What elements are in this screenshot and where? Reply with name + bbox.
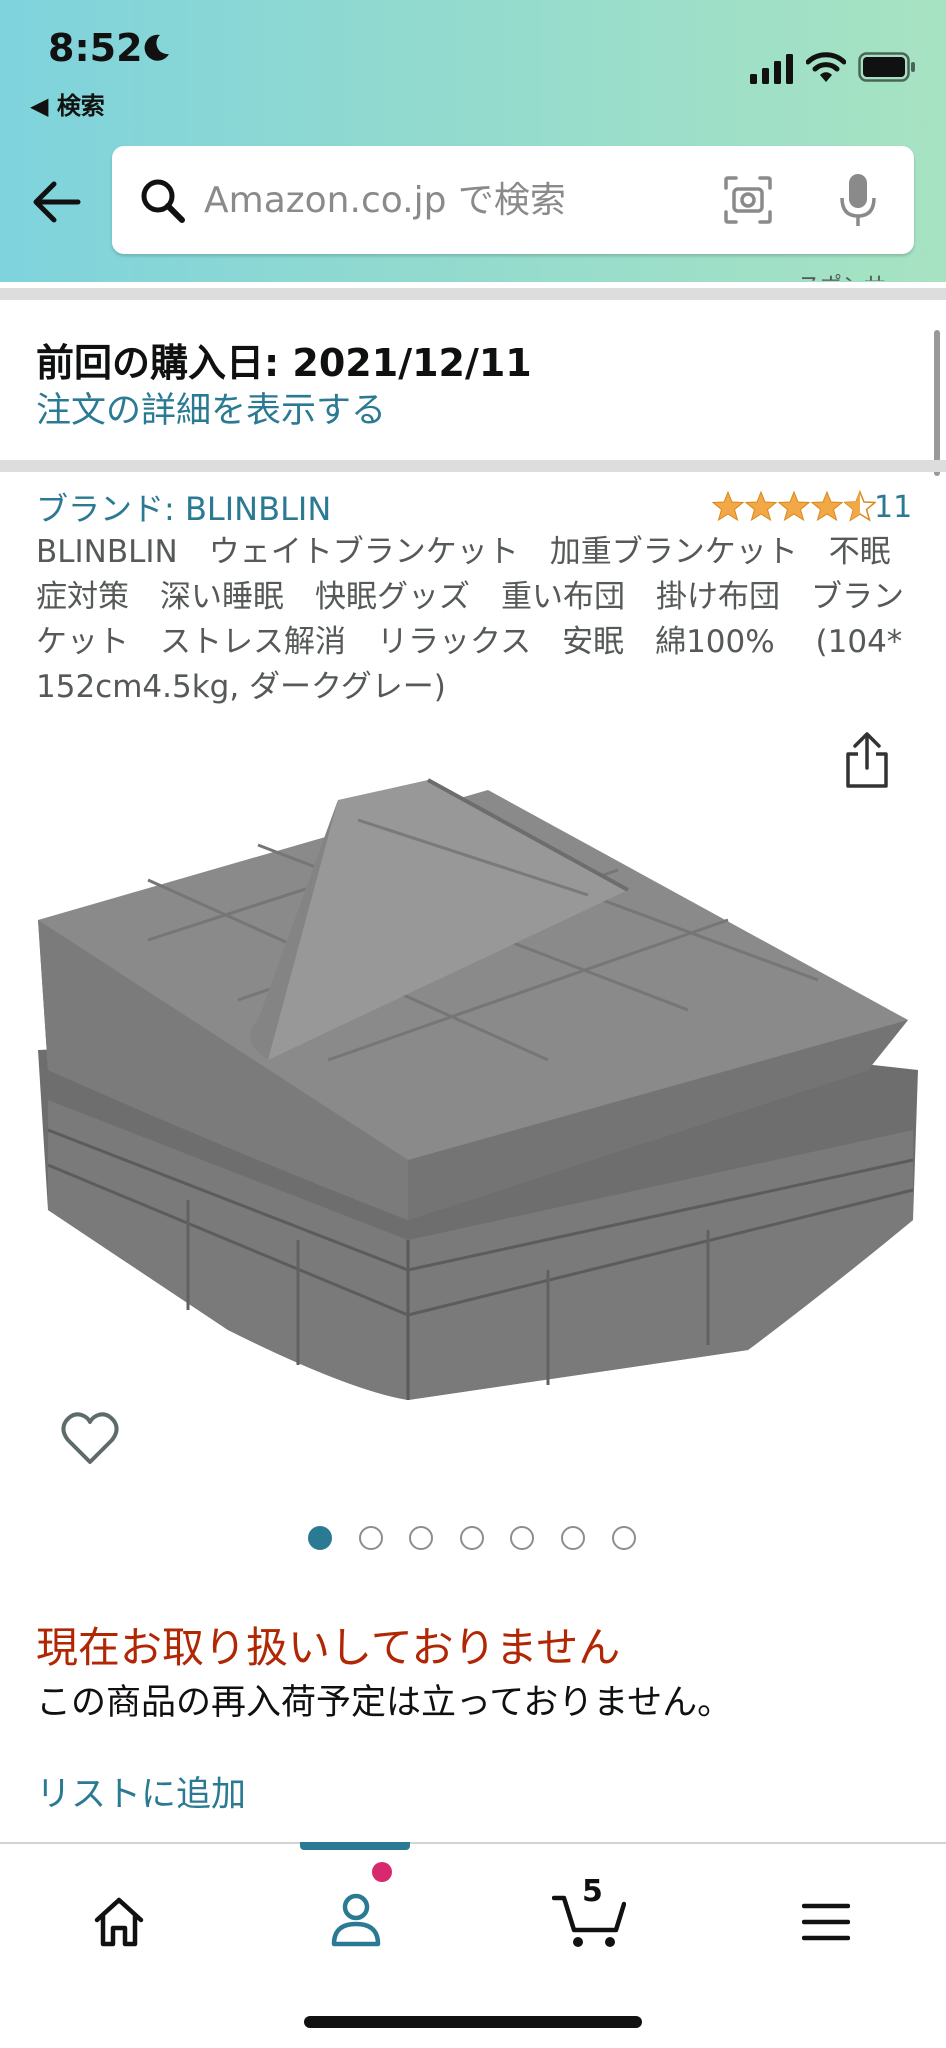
carousel-dot[interactable] [409,1526,434,1550]
carousel-dot[interactable] [459,1526,484,1550]
star-rating[interactable] [712,490,877,524]
image-carousel-dots[interactable] [308,1526,662,1550]
wishlist-heart-icon[interactable] [60,1410,120,1466]
product-title: BLINBLIN ウェイトブランケット 加重ブランケット 不眠症対策 深い睡眠 … [36,534,904,705]
bottom-navigation: 5 [0,1842,946,2048]
home-icon[interactable] [92,1896,146,1948]
carousel-dot[interactable] [611,1526,636,1550]
home-indicator [304,2016,642,2028]
back-arrow-icon[interactable] [30,176,82,228]
scroll-indicator [934,330,940,476]
star-full-icon [778,490,810,522]
star-full-icon [712,490,744,522]
moon-icon [144,34,169,61]
section-divider [0,288,946,300]
microphone-icon[interactable] [838,172,878,228]
search-bar[interactable] [112,146,914,254]
star-half-icon [844,490,876,522]
carousel-dot[interactable] [510,1526,535,1550]
product-image[interactable] [28,770,918,1420]
order-details-link[interactable]: 注文の詳細を表示する [36,382,386,433]
last-purchase-date: 前回の購入日: 2021/12/11 [36,341,532,385]
notification-dot [372,1862,392,1882]
rating-count[interactable]: 11 [874,490,912,525]
restock-notice: この商品の再入荷予定は立っておりません。 [36,1683,733,1723]
nav-active-indicator [300,1842,410,1850]
battery-icon [858,52,915,82]
cart-count: 5 [582,1874,603,1909]
carousel-dot-active[interactable] [308,1526,332,1550]
carousel-dot[interactable] [560,1526,585,1550]
cellular-signal-icon [750,54,793,84]
wifi-icon [806,52,846,82]
camera-scan-icon[interactable] [722,174,774,226]
menu-icon[interactable] [802,1902,850,1942]
status-time: 8:52 [48,26,143,70]
brand-link[interactable]: ブランド: BLINBLIN [36,484,331,530]
star-full-icon [745,490,777,522]
availability-status: 現在お取り扱いしておりません [36,1623,621,1672]
account-icon[interactable] [330,1892,382,1948]
carousel-dot[interactable] [358,1526,383,1550]
star-full-icon [811,490,843,522]
section-divider [0,460,946,472]
add-to-list-link[interactable]: リストに追加 [36,1766,246,1817]
search-icon [141,179,185,223]
header: 8:52 ◀ 検索 [0,0,946,282]
back-to-app-link[interactable]: ◀ 検索 [30,86,105,121]
search-input[interactable] [204,168,764,232]
